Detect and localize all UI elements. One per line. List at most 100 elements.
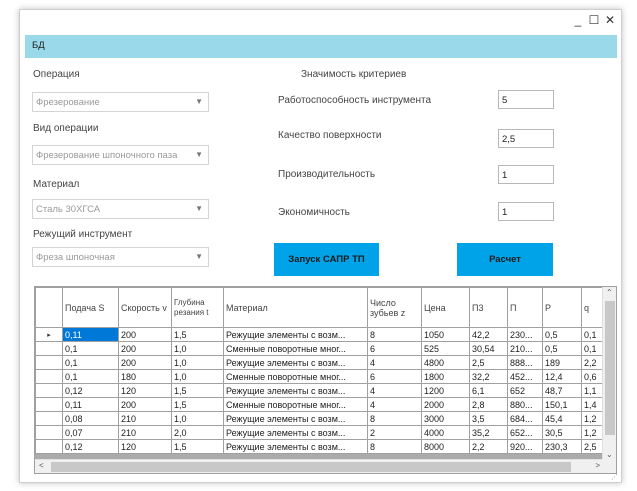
table-cell[interactable]: 4 (367, 397, 422, 412)
table-cell[interactable]: 210 (118, 411, 172, 426)
table-cell[interactable]: 3000 (421, 411, 470, 426)
table-cell[interactable]: 120 (118, 383, 172, 398)
material-dropdown[interactable]: Сталь 30ХГСА ▼ (32, 199, 209, 219)
table-cell[interactable]: Режущие элементы с возм... (223, 439, 368, 454)
table-cell[interactable]: 4000 (421, 425, 470, 440)
table-row[interactable]: 0,08 210 1,0 Режущие элементы с возм... 8 300… (35, 411, 615, 426)
table-cell[interactable]: 1,5 (171, 439, 224, 454)
tool-dropdown[interactable]: Фреза шпоночная ▼ (32, 247, 209, 267)
scroll-left-icon[interactable]: < (39, 461, 44, 470)
table-row[interactable]: 0,12 120 1,5 Режущие элементы с возм... 8 800… (35, 439, 615, 454)
scroll-right-icon[interactable]: > (595, 461, 600, 470)
table-cell[interactable]: 30,54 (469, 341, 508, 356)
close-icon[interactable]: ✕ (602, 12, 618, 28)
table-cell[interactable]: 0,5 (542, 341, 582, 356)
table-cell[interactable]: Сменные поворотные мног... (223, 397, 368, 412)
table-cell[interactable]: 210 (118, 425, 172, 440)
table-cell[interactable]: 32,2 (469, 369, 508, 384)
table-cell[interactable]: 652 (507, 383, 543, 398)
column-header[interactable]: П3 (469, 287, 508, 328)
table-cell[interactable]: 210... (507, 341, 543, 356)
column-header[interactable]: Материал (223, 287, 368, 328)
table-cell[interactable]: Режущие элементы с возм... (223, 327, 368, 342)
table-cell[interactable]: 0,11 (62, 397, 119, 412)
table-cell[interactable]: 2,5 (469, 355, 508, 370)
table-cell[interactable]: 2,8 (469, 397, 508, 412)
table-cell[interactable]: 6 (367, 341, 422, 356)
table-cell[interactable]: Сменные поворотные мног... (223, 369, 368, 384)
row-header[interactable]: ▸ (35, 327, 63, 342)
maximize-icon[interactable]: ☐ (586, 12, 602, 28)
vertical-scrollbar[interactable]: ⌃ ⌄ (602, 287, 616, 460)
menu-item-db[interactable]: БД (32, 40, 45, 51)
table-cell[interactable]: 1,5 (171, 397, 224, 412)
table-cell[interactable]: 920... (507, 439, 543, 454)
table-cell[interactable]: 0,07 (62, 425, 119, 440)
table-cell[interactable]: 3,5 (469, 411, 508, 426)
table-cell[interactable]: 1200 (421, 383, 470, 398)
table-cell[interactable]: 4 (367, 383, 422, 398)
row-header[interactable] (35, 341, 63, 356)
table-cell[interactable]: 6 (367, 369, 422, 384)
resize-grip-icon[interactable]: ⋰ (611, 473, 618, 481)
table-cell[interactable]: 200 (118, 355, 172, 370)
table-cell[interactable]: 189 (542, 355, 582, 370)
table-row[interactable]: 0,12 120 1,5 Режущие элементы с возм... 4 120… (35, 383, 615, 398)
column-header[interactable]: Глубина резания t (171, 287, 224, 328)
table-cell[interactable]: 0,08 (62, 411, 119, 426)
table-cell[interactable]: 200 (118, 327, 172, 342)
table-cell[interactable]: 1800 (421, 369, 470, 384)
table-cell[interactable]: 525 (421, 341, 470, 356)
table-cell[interactable]: 42,2 (469, 327, 508, 342)
table-cell[interactable]: 200 (118, 397, 172, 412)
criterion-surface-quality-input[interactable]: 2,5 (498, 129, 554, 148)
table-cell[interactable]: 1050 (421, 327, 470, 342)
table-cell[interactable]: 12,4 (542, 369, 582, 384)
table-row[interactable]: 0,11 200 1,5 Сменные поворотные мног... 4 200… (35, 397, 615, 412)
table-cell[interactable]: 8 (367, 411, 422, 426)
table-cell[interactable]: 45,4 (542, 411, 582, 426)
criterion-tool-performance-input[interactable]: 5 (498, 90, 554, 109)
table-cell[interactable]: Режущие элементы с возм... (223, 425, 368, 440)
table-row[interactable]: 0,1 200 1,0 Режущие элементы с возм... 4 4800… (35, 355, 615, 370)
table-cell[interactable]: 1,0 (171, 369, 224, 384)
launch-cad-button[interactable]: Запуск САПР ТП (274, 243, 379, 276)
table-row[interactable]: 0,1 180 1,0 Сменные поворотные мног... 6 1800… (35, 369, 615, 384)
row-header[interactable] (35, 369, 63, 384)
table-cell[interactable]: 150,1 (542, 397, 582, 412)
table-cell[interactable]: 200 (118, 341, 172, 356)
row-header[interactable] (35, 383, 63, 398)
table-cell[interactable]: 0,1 (62, 355, 119, 370)
table-cell[interactable]: 4 (367, 355, 422, 370)
scroll-up-icon[interactable]: ⌃ (606, 288, 613, 297)
table-row[interactable]: 0,07 210 2,0 Режущие элементы с возм... 2 400… (35, 425, 615, 440)
column-header[interactable]: Число зубьев z (367, 287, 422, 328)
table-cell[interactable]: 120 (118, 439, 172, 454)
table-cell[interactable]: Сменные поворотные мног... (223, 341, 368, 356)
table-cell[interactable]: 0,1 (62, 369, 119, 384)
data-grid[interactable]: Подача S Скорость v Глубина резания t Ма… (34, 286, 617, 474)
horizontal-scroll-thumb[interactable] (51, 462, 571, 472)
table-cell[interactable]: 684... (507, 411, 543, 426)
table-cell[interactable]: 8 (367, 327, 422, 342)
table-cell[interactable]: 2000 (421, 397, 470, 412)
column-header[interactable]: Цена (421, 287, 470, 328)
vertical-scroll-thumb[interactable] (605, 301, 615, 435)
column-header[interactable]: Скорость v (118, 287, 172, 328)
table-cell[interactable]: 230,3 (542, 439, 582, 454)
minimize-icon[interactable]: _ (570, 12, 586, 28)
table-cell[interactable]: Режущие элементы с возм... (223, 355, 368, 370)
table-cell[interactable]: 4800 (421, 355, 470, 370)
table-cell[interactable]: 8000 (421, 439, 470, 454)
criterion-economy-input[interactable]: 1 (498, 202, 554, 221)
table-cell[interactable]: 2 (367, 425, 422, 440)
row-header[interactable] (35, 411, 63, 426)
column-header[interactable]: P (542, 287, 582, 328)
table-cell[interactable]: 0,1 (62, 341, 119, 356)
table-cell[interactable]: 1,5 (171, 327, 224, 342)
table-cell[interactable]: 180 (118, 369, 172, 384)
table-cell[interactable]: 1,0 (171, 341, 224, 356)
table-cell[interactable]: 888... (507, 355, 543, 370)
row-header[interactable] (35, 355, 63, 370)
criterion-productivity-input[interactable]: 1 (498, 165, 554, 184)
